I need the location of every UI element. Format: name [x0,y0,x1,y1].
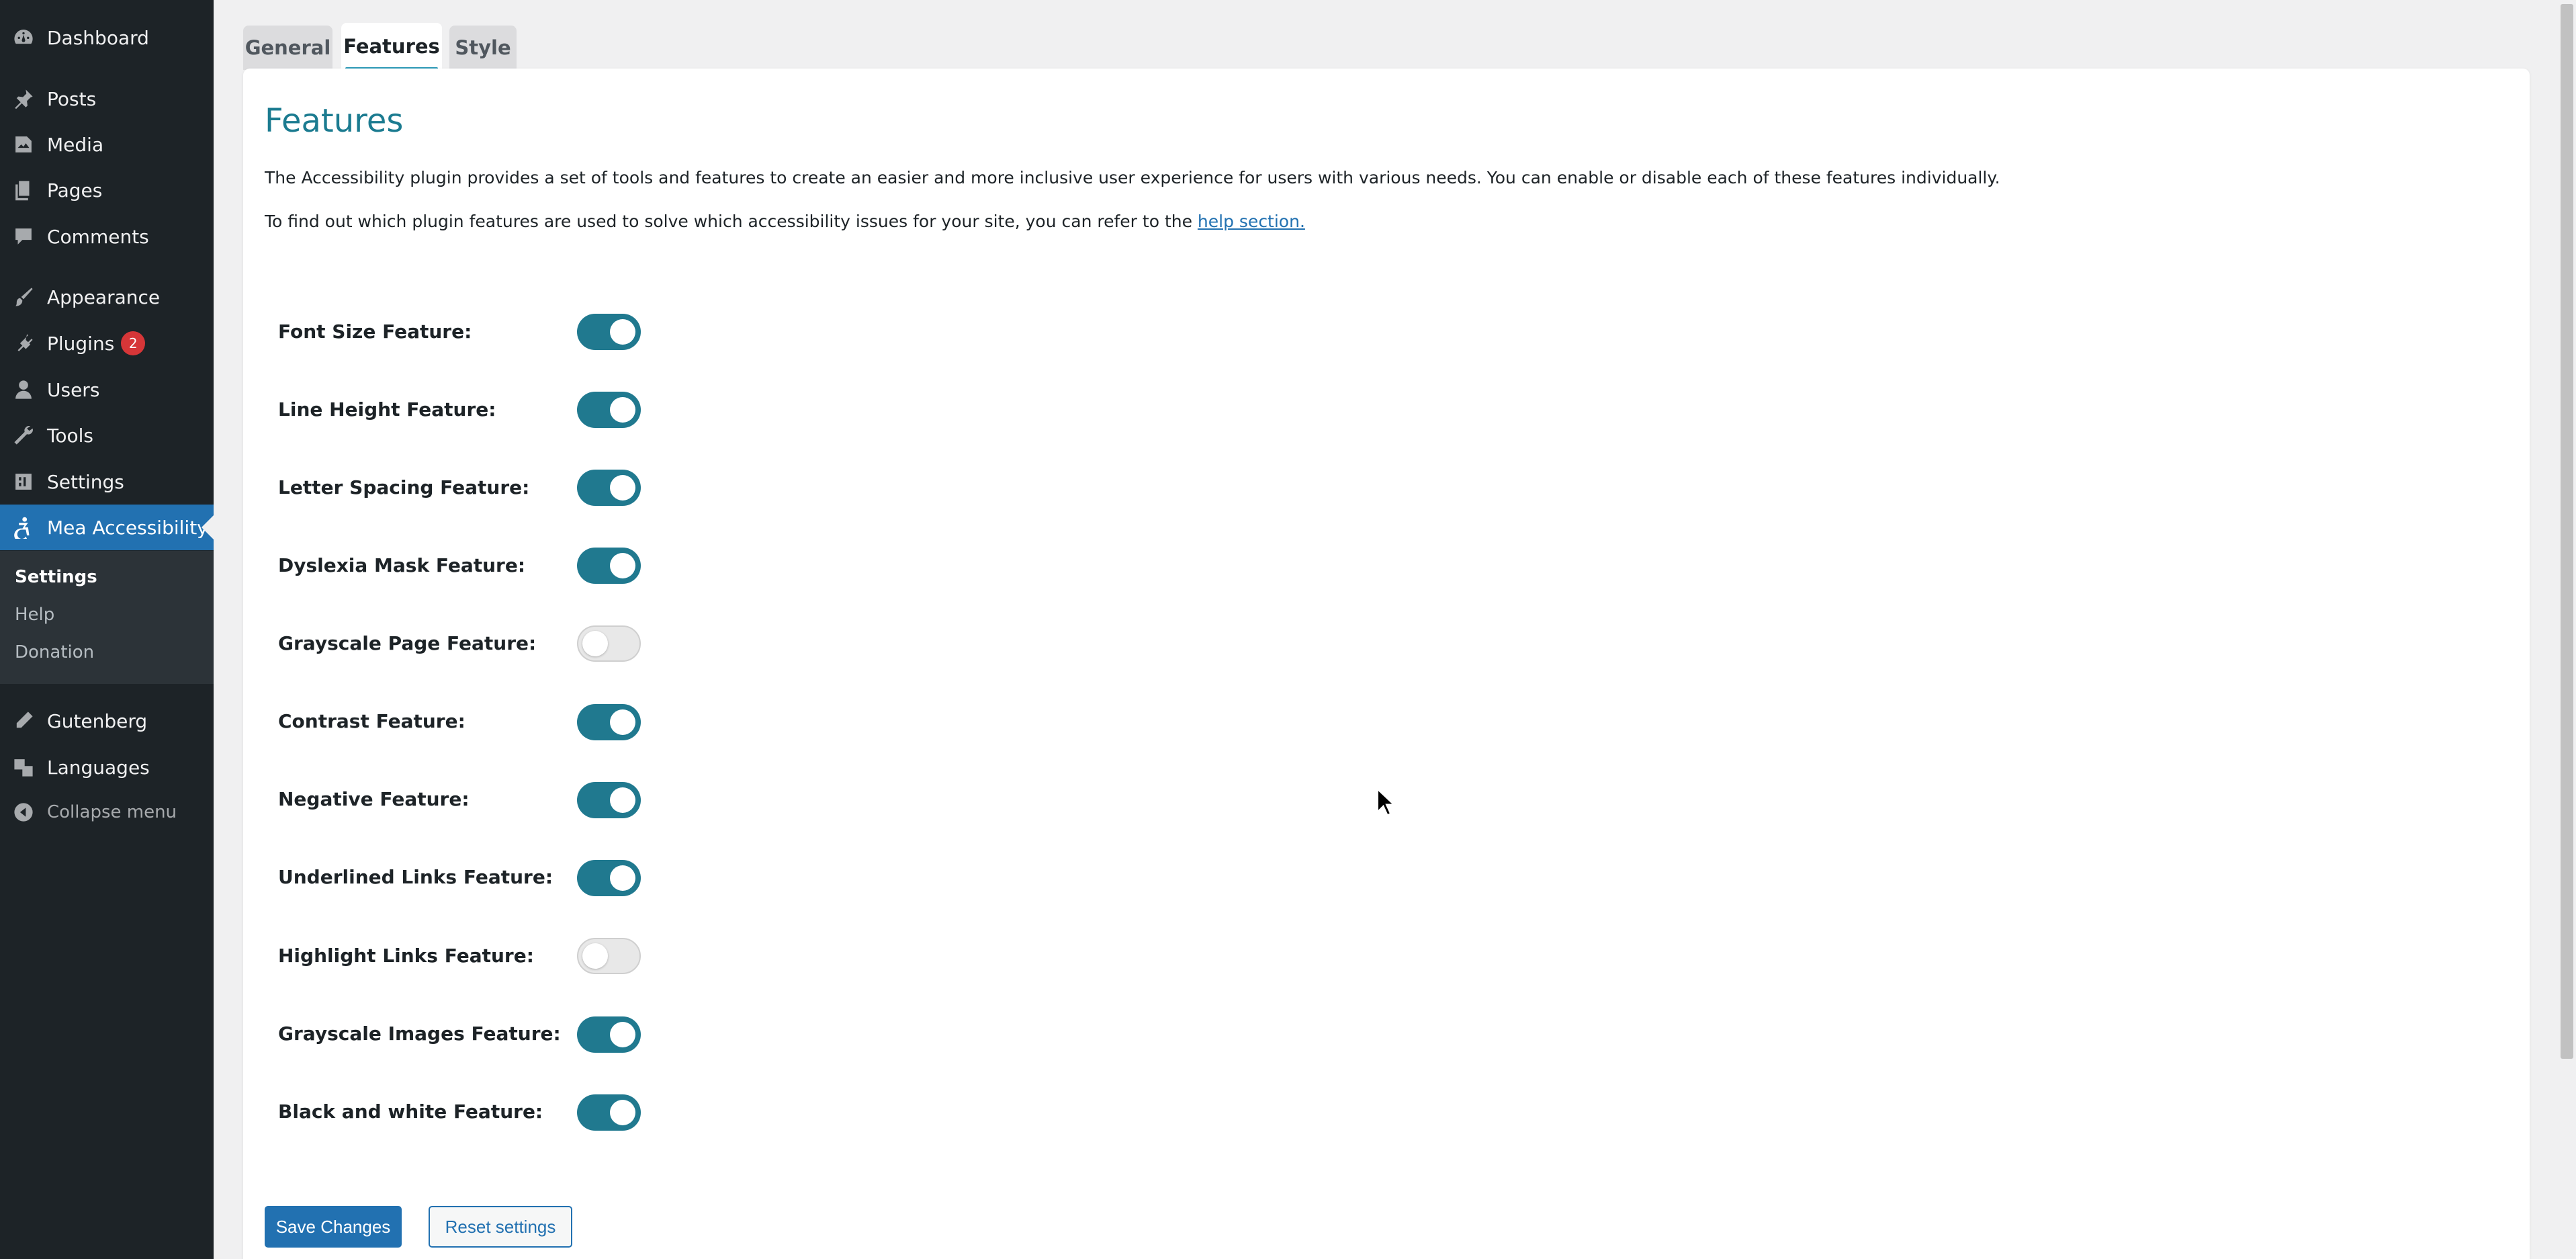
menu-item-posts[interactable]: Posts [0,76,214,122]
wrench-icon [0,413,47,458]
pencil-icon [0,698,47,744]
admin-sidebar: Dashboard Posts Media Pages Comments App… [0,0,214,1259]
menu-label: Users [47,378,100,401]
menu-item-appearance[interactable]: Appearance [0,274,214,320]
toggle-knob [610,1100,635,1125]
menu-item-users[interactable]: Users [0,367,214,413]
letter-spacing-toggle[interactable] [577,470,641,506]
pushpin-icon [0,76,47,122]
dyslexia-mask-toggle[interactable] [577,548,641,584]
menu-label: Posts [47,87,97,110]
settings-panel [243,69,2530,1259]
menu-label: Settings [47,470,124,493]
feature-label: Font Size Feature: [278,320,472,343]
feature-label: Grayscale Page Feature: [278,632,537,654]
settings-icon [0,459,47,505]
feature-label: Underlined Links Feature: [278,866,553,888]
paintbrush-icon [0,274,47,320]
toggle-knob [582,943,608,969]
toggle-knob [610,475,635,501]
dashboard-icon [0,15,47,60]
translate-icon [0,744,47,790]
page-title: Features [265,102,404,140]
menu-label: Languages [47,756,150,779]
feature-label: Line Height Feature: [278,398,496,421]
menu-label: Pages [47,179,103,202]
menu-item-gutenberg[interactable]: Gutenberg [0,698,214,744]
menu-label: Appearance [47,286,161,308]
grayscale-images-toggle[interactable] [577,1016,641,1053]
menu-label: Comments [47,225,149,248]
help-reference-prefix: To find out which plugin features are us… [265,212,1198,231]
toggle-knob [610,553,635,578]
menu-label: Dashboard [47,26,149,49]
menu-label: Plugins [47,332,115,355]
font-size-toggle[interactable] [577,314,641,350]
reset-settings-button[interactable]: Reset settings [429,1206,572,1248]
help-section-link[interactable]: help section. [1198,212,1305,231]
toggle-knob [610,1022,635,1047]
collapse-icon [0,789,47,835]
black-and-white-toggle[interactable] [577,1094,641,1131]
menu-label: Collapse menu [47,802,177,822]
feature-label: Contrast Feature: [278,710,465,732]
feature-label: Black and white Feature: [278,1100,543,1123]
submenu-item-donation[interactable]: Donation [15,642,94,662]
menu-label: Tools [47,424,93,447]
line-height-toggle[interactable] [577,392,641,428]
menu-item-comments[interactable]: Comments [0,214,214,259]
submenu-item-help[interactable]: Help [15,605,54,625]
feature-label: Grayscale Images Feature: [278,1023,561,1045]
pages-icon [0,167,47,213]
feature-label: Negative Feature: [278,788,470,810]
tab-general[interactable]: General [243,26,332,70]
tab-features[interactable]: Features [341,23,442,70]
menu-item-plugins[interactable]: Plugins 2 [0,320,214,366]
toggle-knob [610,709,635,735]
help-reference-text: To find out which plugin features are us… [265,212,1305,231]
menu-item-mea-accessibility[interactable]: Mea Accessibility [0,505,214,550]
plugin-icon [0,320,47,366]
menu-item-tools[interactable]: Tools [0,413,214,458]
negative-toggle[interactable] [577,782,641,818]
menu-item-pages[interactable]: Pages [0,167,214,213]
menu-item-media[interactable]: Media [0,122,214,167]
save-changes-button[interactable]: Save Changes [265,1206,402,1248]
feature-label: Dyslexia Mask Feature: [278,554,526,576]
toggle-knob [610,319,635,345]
user-icon [0,367,47,413]
toggle-knob [610,865,635,891]
grayscale-page-toggle[interactable] [577,625,641,662]
menu-item-languages[interactable]: Languages [0,744,214,790]
comment-icon [0,214,47,259]
page-description: The Accessibility plugin provides a set … [265,168,2000,187]
feature-label: Highlight Links Feature: [278,945,534,967]
toggle-knob [582,631,608,656]
menu-item-settings[interactable]: Settings [0,459,214,505]
page-scrollbar[interactable] [2558,0,2576,1259]
menu-label: Mea Accessibility [47,516,208,539]
media-icon [0,122,47,167]
menu-label: Gutenberg [47,709,148,732]
menu-item-dashboard[interactable]: Dashboard [0,15,214,60]
toggle-knob [610,397,635,423]
toggle-knob [610,787,635,813]
underlined-links-toggle[interactable] [577,860,641,896]
menu-label: Media [47,133,104,156]
scrollbar-thumb[interactable] [2561,4,2573,1059]
submenu: Settings Help Donation [0,551,214,684]
accessibility-icon [0,505,47,550]
highlight-links-toggle[interactable] [577,938,641,974]
tab-style[interactable]: Style [449,26,517,70]
contrast-toggle[interactable] [577,704,641,740]
update-count-badge: 2 [121,331,146,355]
collapse-menu-button[interactable]: Collapse menu [0,789,214,835]
mouse-cursor-icon [1376,787,1396,817]
submenu-item-settings[interactable]: Settings [15,567,97,587]
feature-label: Letter Spacing Feature: [278,476,530,498]
